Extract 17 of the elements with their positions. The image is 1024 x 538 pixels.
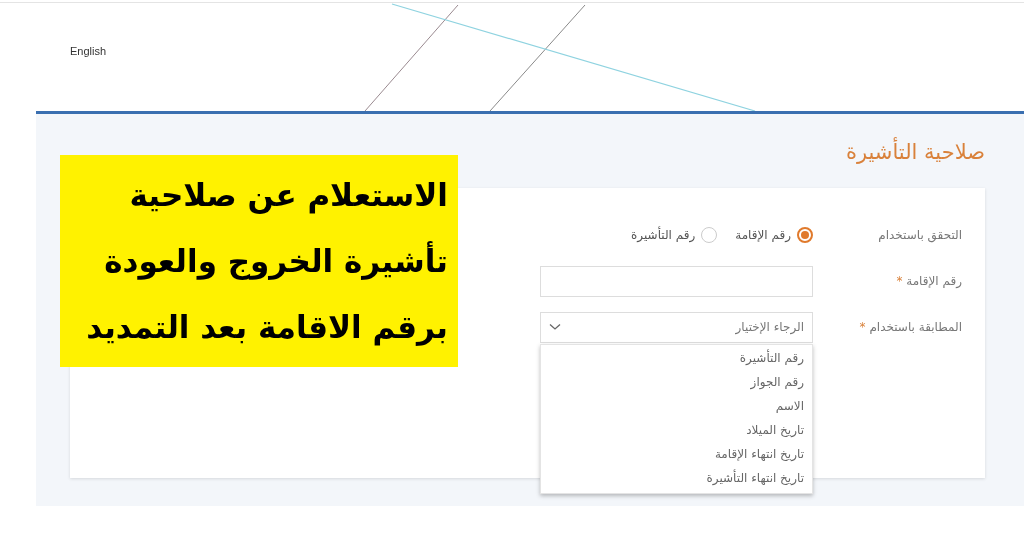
field-label: التحقق باستخدام bbox=[877, 228, 962, 242]
field-label: المطابقة باستخدام * bbox=[858, 320, 962, 334]
field-label: رقم الإقامة * bbox=[895, 274, 962, 288]
radio-option[interactable]: رقم الإقامة bbox=[735, 227, 813, 243]
dropdown-option[interactable]: تاريخ انتهاء التأشيرة bbox=[541, 465, 804, 490]
radio-option[interactable]: رقم التأشيرة bbox=[631, 227, 718, 243]
dropdown-option[interactable]: رقم التأشيرة bbox=[541, 345, 804, 370]
select-field[interactable]: الرجاء الإختيار bbox=[540, 311, 813, 343]
dropdown-option[interactable]: تاريخ انتهاء الإقامة bbox=[541, 441, 804, 466]
language-link[interactable]: English bbox=[70, 45, 107, 57]
dropdown-option[interactable]: الاسم bbox=[541, 393, 804, 418]
caption-line: تأشيرة الخروج والعودة bbox=[104, 240, 448, 282]
chevron-down-icon bbox=[549, 323, 561, 331]
dropdown-option[interactable]: رقم الجواز bbox=[541, 369, 804, 394]
input-field[interactable] bbox=[540, 265, 813, 297]
caption-line: برقم الاقامة بعد التمديد bbox=[86, 308, 448, 348]
dropdown-option[interactable]: تاريخ الميلاد bbox=[541, 417, 804, 442]
